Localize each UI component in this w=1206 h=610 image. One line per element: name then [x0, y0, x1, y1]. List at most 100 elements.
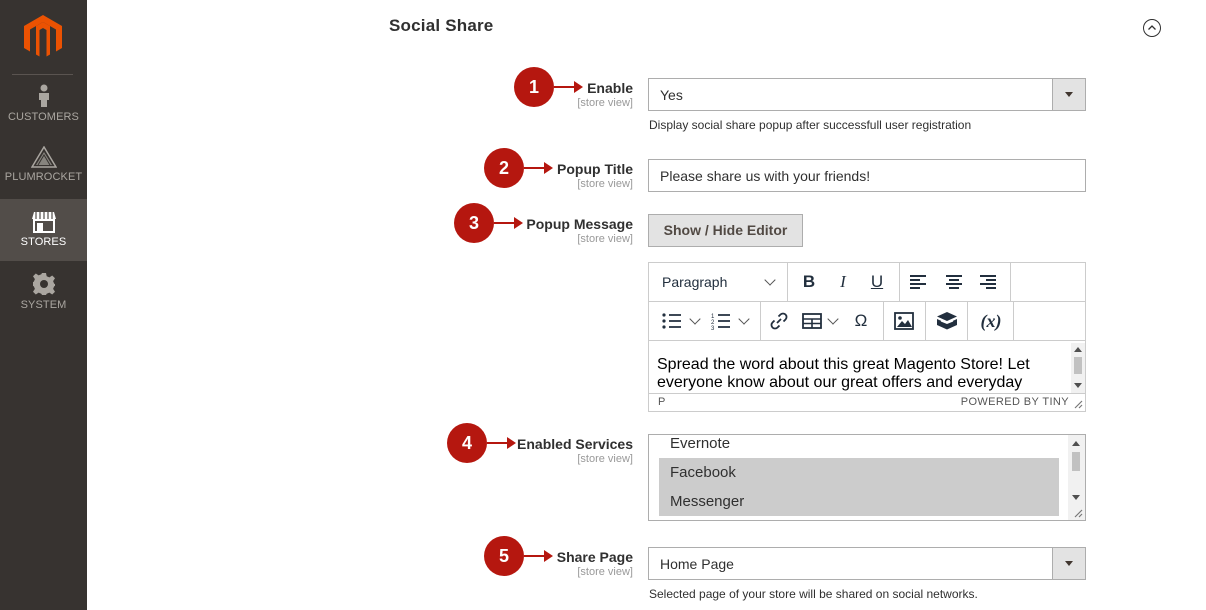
resize-handle-icon[interactable] [1074, 400, 1083, 409]
person-icon [38, 84, 49, 107]
sidebar-divider [12, 74, 73, 75]
share-page-note: Selected page of your store will be shar… [649, 587, 978, 601]
align-center-icon[interactable] [945, 274, 963, 290]
toolbar-separator [1010, 263, 1011, 301]
sidebar-item-customers[interactable]: CUSTOMERS [0, 80, 87, 142]
sidebar-item-system[interactable]: SYSTEM [0, 262, 87, 324]
field-label-text: Enabled Services [517, 436, 633, 452]
table-icon[interactable] [802, 313, 822, 329]
insert-variable-button[interactable]: (x) [977, 302, 1005, 340]
section-title[interactable]: Social Share [389, 16, 493, 36]
toolbar-separator [967, 302, 968, 340]
sidebar-item-label: PLUMROCKET [4, 171, 83, 183]
chevron-down-icon[interactable] [827, 313, 839, 325]
callout-arrow-2 [524, 162, 553, 174]
admin-sidebar: CUSTOMERS PLUMROCKET STORES SYSTEM [0, 0, 87, 610]
callout-arrow-3 [494, 217, 523, 229]
powered-by-link[interactable]: POWERED BY TINY [961, 396, 1069, 408]
callout-badge-3: 3 [454, 203, 494, 243]
callout-arrow-1 [554, 81, 583, 93]
bold-button[interactable]: B [797, 263, 821, 301]
service-option[interactable]: Facebook [659, 458, 1059, 487]
sidebar-item-label: CUSTOMERS [8, 111, 79, 123]
align-left-icon[interactable] [909, 274, 927, 290]
field-label-text: Popup Title [557, 161, 633, 177]
magento-logo[interactable] [22, 14, 64, 60]
editor-scrollbar[interactable] [1071, 343, 1085, 393]
chevron-down-icon[interactable] [1052, 79, 1085, 110]
scroll-up-icon[interactable] [1074, 347, 1082, 352]
enable-select-value: Yes [660, 87, 683, 103]
field-label-enabled-services: Enabled Services [store view] [517, 436, 633, 465]
scroll-up-icon[interactable] [1072, 441, 1080, 446]
toolbar-separator [1013, 302, 1014, 340]
chevron-down-icon[interactable] [738, 313, 750, 325]
field-scope: [store view] [577, 233, 633, 245]
callout-badge-5: 5 [484, 536, 524, 576]
editor-content[interactable]: Spread the word about this great Magento… [649, 343, 1071, 393]
field-scope: [store view] [577, 566, 633, 578]
enable-select[interactable]: Yes [648, 78, 1086, 111]
callout-badge-4: 4 [447, 423, 487, 463]
widget-icon[interactable] [936, 311, 958, 331]
callout-badge-1: 1 [514, 67, 554, 107]
sidebar-item-stores[interactable]: STORES [0, 199, 87, 261]
bullet-list-icon[interactable] [662, 313, 682, 329]
popup-title-input[interactable]: Please share us with your friends! [648, 159, 1086, 192]
chevron-up-icon [1148, 25, 1156, 30]
service-option[interactable]: Messenger [659, 487, 1059, 516]
pyramid-icon [30, 146, 57, 168]
field-scope: [store view] [577, 97, 633, 109]
element-path[interactable]: P [658, 396, 665, 408]
chevron-down-icon[interactable] [689, 313, 701, 325]
scroll-down-icon[interactable] [1072, 495, 1080, 500]
collapse-section-button[interactable] [1143, 19, 1161, 37]
field-label-text: Popup Message [526, 216, 633, 232]
scroll-thumb[interactable] [1074, 357, 1082, 374]
format-select[interactable]: Paragraph [662, 263, 727, 301]
underline-button[interactable]: U [865, 263, 889, 301]
show-hide-editor-button[interactable]: Show / Hide Editor [648, 214, 803, 247]
wysiwyg-editor: Paragraph B I U 1 2 3 Ω (x) Spread the w… [648, 262, 1086, 412]
field-scope: [store view] [577, 453, 633, 465]
callout-badge-2: 2 [484, 148, 524, 188]
toolbar-separator [899, 263, 900, 301]
link-icon[interactable] [769, 311, 789, 331]
field-label-share-page: Share Page [store view] [557, 549, 633, 578]
scroll-down-icon[interactable] [1074, 383, 1082, 388]
services-scrollbar[interactable] [1068, 435, 1085, 520]
italic-button[interactable]: I [831, 263, 855, 301]
chevron-down-icon[interactable] [1052, 548, 1085, 579]
scroll-thumb[interactable] [1072, 452, 1080, 471]
gear-icon [32, 273, 55, 295]
image-icon[interactable] [894, 312, 914, 330]
sidebar-item-label: SYSTEM [20, 299, 67, 311]
toolbar-separator [760, 302, 761, 340]
numbered-list-icon[interactable]: 1 2 3 [711, 312, 731, 330]
toolbar-separator [883, 302, 884, 340]
svg-text:3: 3 [711, 326, 715, 330]
editor-toolbar-row-1: Paragraph B I U [649, 263, 1085, 302]
field-scope: [store view] [577, 178, 633, 190]
toolbar-separator [925, 302, 926, 340]
enable-note: Display social share popup after success… [649, 118, 972, 132]
field-label-popup-title: Popup Title [store view] [557, 161, 633, 190]
align-right-icon[interactable] [979, 274, 997, 290]
editor-toolbar-row-2: 1 2 3 Ω (x) [649, 302, 1085, 341]
callout-arrow-4 [487, 437, 516, 449]
editor-statusbar: P POWERED BY TINY [649, 393, 1085, 411]
field-label-text: Share Page [556, 549, 633, 565]
special-character-button[interactable]: Ω [849, 302, 873, 340]
field-label-enable: Enable [store view] [577, 80, 633, 109]
service-option[interactable]: Evernote [659, 435, 1059, 458]
chevron-down-icon [764, 274, 776, 286]
share-page-select-value: Home Page [660, 556, 734, 572]
sidebar-item-plumrocket[interactable]: PLUMROCKET [0, 140, 87, 202]
share-page-select[interactable]: Home Page [648, 547, 1086, 580]
field-label-text: Enable [587, 80, 633, 96]
resize-handle-icon[interactable] [1074, 509, 1083, 518]
storefront-icon [31, 212, 56, 233]
enabled-services-multiselect[interactable]: Evernote Facebook Messenger [648, 434, 1086, 521]
callout-arrow-5 [524, 550, 553, 562]
sidebar-item-label: STORES [20, 236, 67, 248]
